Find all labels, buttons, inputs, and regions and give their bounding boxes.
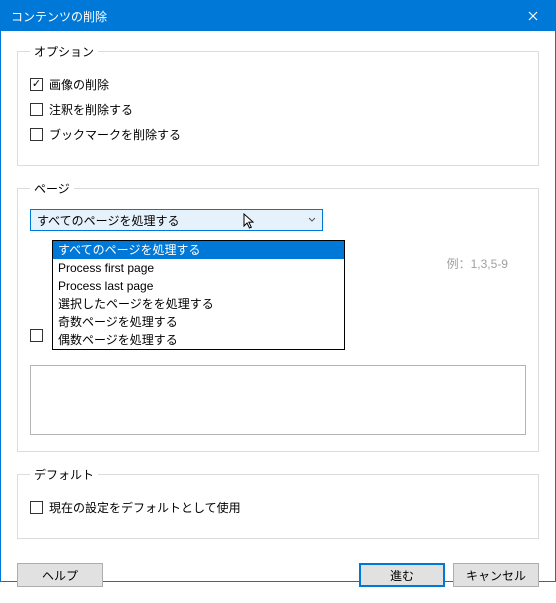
delete-images-checkbox[interactable] — [30, 78, 43, 91]
use-as-default-label: 現在の設定をデフォルトとして使用 — [49, 499, 241, 516]
defaults-group: デフォルト 現在の設定をデフォルトとして使用 — [17, 466, 539, 539]
dialog-content: オプション 画像の削除 注釈を削除する ブックマークを削除する ページ すべての… — [1, 31, 555, 553]
proceed-button[interactable]: 進む — [359, 563, 445, 587]
defaults-legend: デフォルト — [30, 466, 98, 483]
dropdown-option[interactable]: 奇数ページを処理する — [53, 313, 344, 331]
pages-select-value: すべてのページを処理する — [37, 212, 308, 229]
use-as-default-row[interactable]: 現在の設定をデフォルトとして使用 — [30, 499, 526, 516]
dropdown-option[interactable]: すべてのページを処理する — [53, 241, 344, 259]
delete-bookmarks-row[interactable]: ブックマークを削除する — [30, 126, 526, 143]
pages-select[interactable]: すべてのページを処理する — [30, 209, 323, 231]
delete-bookmarks-label: ブックマークを削除する — [49, 126, 181, 143]
options-legend: オプション — [30, 43, 98, 60]
dropdown-option[interactable]: 選択したページをを処理する — [53, 295, 344, 313]
dialog-footer: ヘルプ 進む キャンセル — [1, 553, 555, 603]
pages-group: ページ すべてのページを処理する すべてのページを処理する Process fi… — [17, 180, 539, 452]
chevron-down-icon — [308, 215, 316, 226]
pages-dropdown[interactable]: すべてのページを処理する Process first page Process … — [52, 240, 345, 350]
delete-annotations-row[interactable]: 注釈を削除する — [30, 101, 526, 118]
options-group: オプション 画像の削除 注釈を削除する ブックマークを削除する — [17, 43, 539, 166]
delete-annotations-label: 注釈を削除する — [49, 101, 133, 118]
window-title: コンテンツの削除 — [11, 8, 510, 25]
close-button[interactable] — [510, 1, 555, 31]
titlebar: コンテンツの削除 — [1, 1, 555, 31]
cancel-button[interactable]: キャンセル — [453, 563, 539, 587]
dialog-window: コンテンツの削除 オプション 画像の削除 注釈を削除する ブックマークを削除する… — [0, 0, 556, 582]
dropdown-option[interactable]: Process first page — [53, 259, 344, 277]
add-docinfo-checkbox[interactable] — [30, 329, 43, 342]
delete-annotations-checkbox[interactable] — [30, 103, 43, 116]
delete-images-row[interactable]: 画像の削除 — [30, 76, 526, 93]
pages-legend: ページ — [30, 180, 74, 197]
delete-images-label: 画像の削除 — [49, 76, 109, 93]
use-as-default-checkbox[interactable] — [30, 501, 43, 514]
help-button[interactable]: ヘルプ — [17, 563, 103, 587]
delete-bookmarks-checkbox[interactable] — [30, 128, 43, 141]
example-hint: 例：1,3,5-9 — [447, 255, 508, 272]
docinfo-textarea[interactable] — [30, 365, 526, 435]
dropdown-option[interactable]: 偶数ページを処理する — [53, 331, 344, 349]
dropdown-option[interactable]: Process last page — [53, 277, 344, 295]
